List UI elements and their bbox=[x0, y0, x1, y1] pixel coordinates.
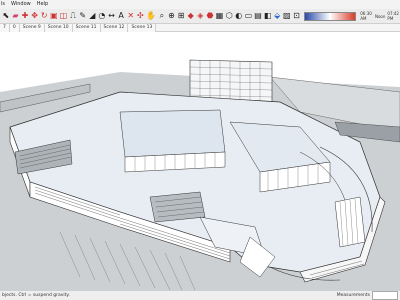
pushpull-icon[interactable]: ⎍ bbox=[69, 11, 77, 21]
shadow-label-noon: Noon bbox=[374, 13, 386, 19]
menu-help[interactable]: Help bbox=[37, 0, 48, 9]
component-icon[interactable]: ⬡ bbox=[225, 11, 233, 21]
location-icon[interactable]: ⊡ bbox=[293, 11, 301, 21]
eraser-icon[interactable]: ▰ bbox=[12, 11, 20, 21]
tape-icon[interactable]: ◢ bbox=[88, 11, 96, 21]
scale-icon[interactable]: ▣ bbox=[50, 11, 58, 21]
status-bar: bjects. Ctrl = suspend gravity. Measurem… bbox=[0, 290, 400, 300]
measurements-input[interactable] bbox=[372, 291, 398, 300]
zoom-window-icon[interactable]: ⊞ bbox=[177, 11, 185, 21]
layer-icon[interactable]: ▦ bbox=[216, 11, 224, 21]
select-icon[interactable]: ⬉ bbox=[2, 11, 10, 21]
model-viewport[interactable] bbox=[0, 32, 400, 290]
corner-tower bbox=[334, 196, 366, 248]
offset-icon[interactable]: ◫ bbox=[60, 11, 68, 21]
atrium-skylight bbox=[149, 191, 206, 223]
menu-window[interactable]: Window bbox=[11, 0, 31, 9]
extension-icon[interactable]: ⬣ bbox=[206, 11, 214, 21]
fog-icon[interactable]: ▭ bbox=[245, 11, 253, 21]
scene-tab-9[interactable]: Scene 9 bbox=[19, 23, 45, 32]
warehouse-icon[interactable]: ◈ bbox=[197, 11, 205, 21]
paint-icon[interactable]: ✚ bbox=[21, 11, 29, 21]
menu-tools[interactable]: ls bbox=[1, 0, 5, 9]
materials-icon[interactable]: ▨ bbox=[283, 11, 291, 21]
pan-icon[interactable]: ✋ bbox=[146, 11, 156, 21]
text-icon[interactable]: A bbox=[117, 11, 125, 21]
orbit-icon[interactable]: ✣ bbox=[137, 11, 145, 21]
menu-bar: ls Window Help bbox=[0, 0, 400, 9]
prev-view-icon[interactable]: ◆ bbox=[187, 11, 195, 21]
measurements-label: Measurements bbox=[336, 293, 370, 298]
shadow-time-slider[interactable] bbox=[304, 11, 357, 21]
status-hint: bjects. Ctrl = suspend gravity. bbox=[2, 293, 70, 298]
zoom-extents-icon[interactable]: ⊕ bbox=[168, 11, 176, 21]
scene-tab-7[interactable]: 7 bbox=[0, 23, 10, 32]
section-cut-icon[interactable]: ⬙ bbox=[273, 11, 281, 21]
scene-tab-11[interactable]: Scene 11 bbox=[72, 23, 101, 32]
style-icon[interactable]: ▤ bbox=[254, 11, 262, 21]
scene-tab-13[interactable]: Scene 13 bbox=[128, 23, 157, 32]
move-icon[interactable]: ✥ bbox=[31, 11, 39, 21]
central-block-roof bbox=[119, 109, 226, 158]
shadow-time-ramp[interactable] bbox=[304, 11, 357, 21]
rotate-icon[interactable]: ↻ bbox=[40, 11, 48, 21]
zoom-icon[interactable]: ⌕ bbox=[158, 11, 166, 21]
shadow-time-labels: 06:30 AM Noon 07:42 PM bbox=[360, 11, 400, 21]
protractor-icon[interactable]: ◔ bbox=[98, 11, 106, 21]
scene-tab-10[interactable]: Scene 10 bbox=[44, 23, 73, 32]
shadow-icon[interactable]: ◐ bbox=[235, 11, 243, 21]
shadow-label-end: 07:42 PM bbox=[387, 11, 399, 21]
building-model bbox=[0, 32, 400, 290]
axes-icon[interactable]: ✕ bbox=[127, 11, 135, 21]
followme-icon[interactable]: ✎ bbox=[79, 11, 87, 21]
scene-tab-12[interactable]: Scene 12 bbox=[100, 23, 129, 32]
scene-tabs: 7 0 Scene 9 Scene 10 Scene 11 Scene 12 S… bbox=[0, 23, 400, 32]
main-toolbar: ⬉ ▰ ✚ ✥ ↻ ▣ ◫ ⎍ ✎ ◢ ◔ ↔ A ✕ ✣ ✋ ⌕ ⊕ ⊞ ◆ … bbox=[0, 9, 400, 24]
scene-tab-0[interactable]: 0 bbox=[9, 23, 20, 32]
section-icon[interactable]: ◧ bbox=[264, 11, 272, 21]
dimension-icon[interactable]: ↔ bbox=[108, 11, 116, 21]
shadow-label-start: 06:30 AM bbox=[360, 11, 372, 21]
